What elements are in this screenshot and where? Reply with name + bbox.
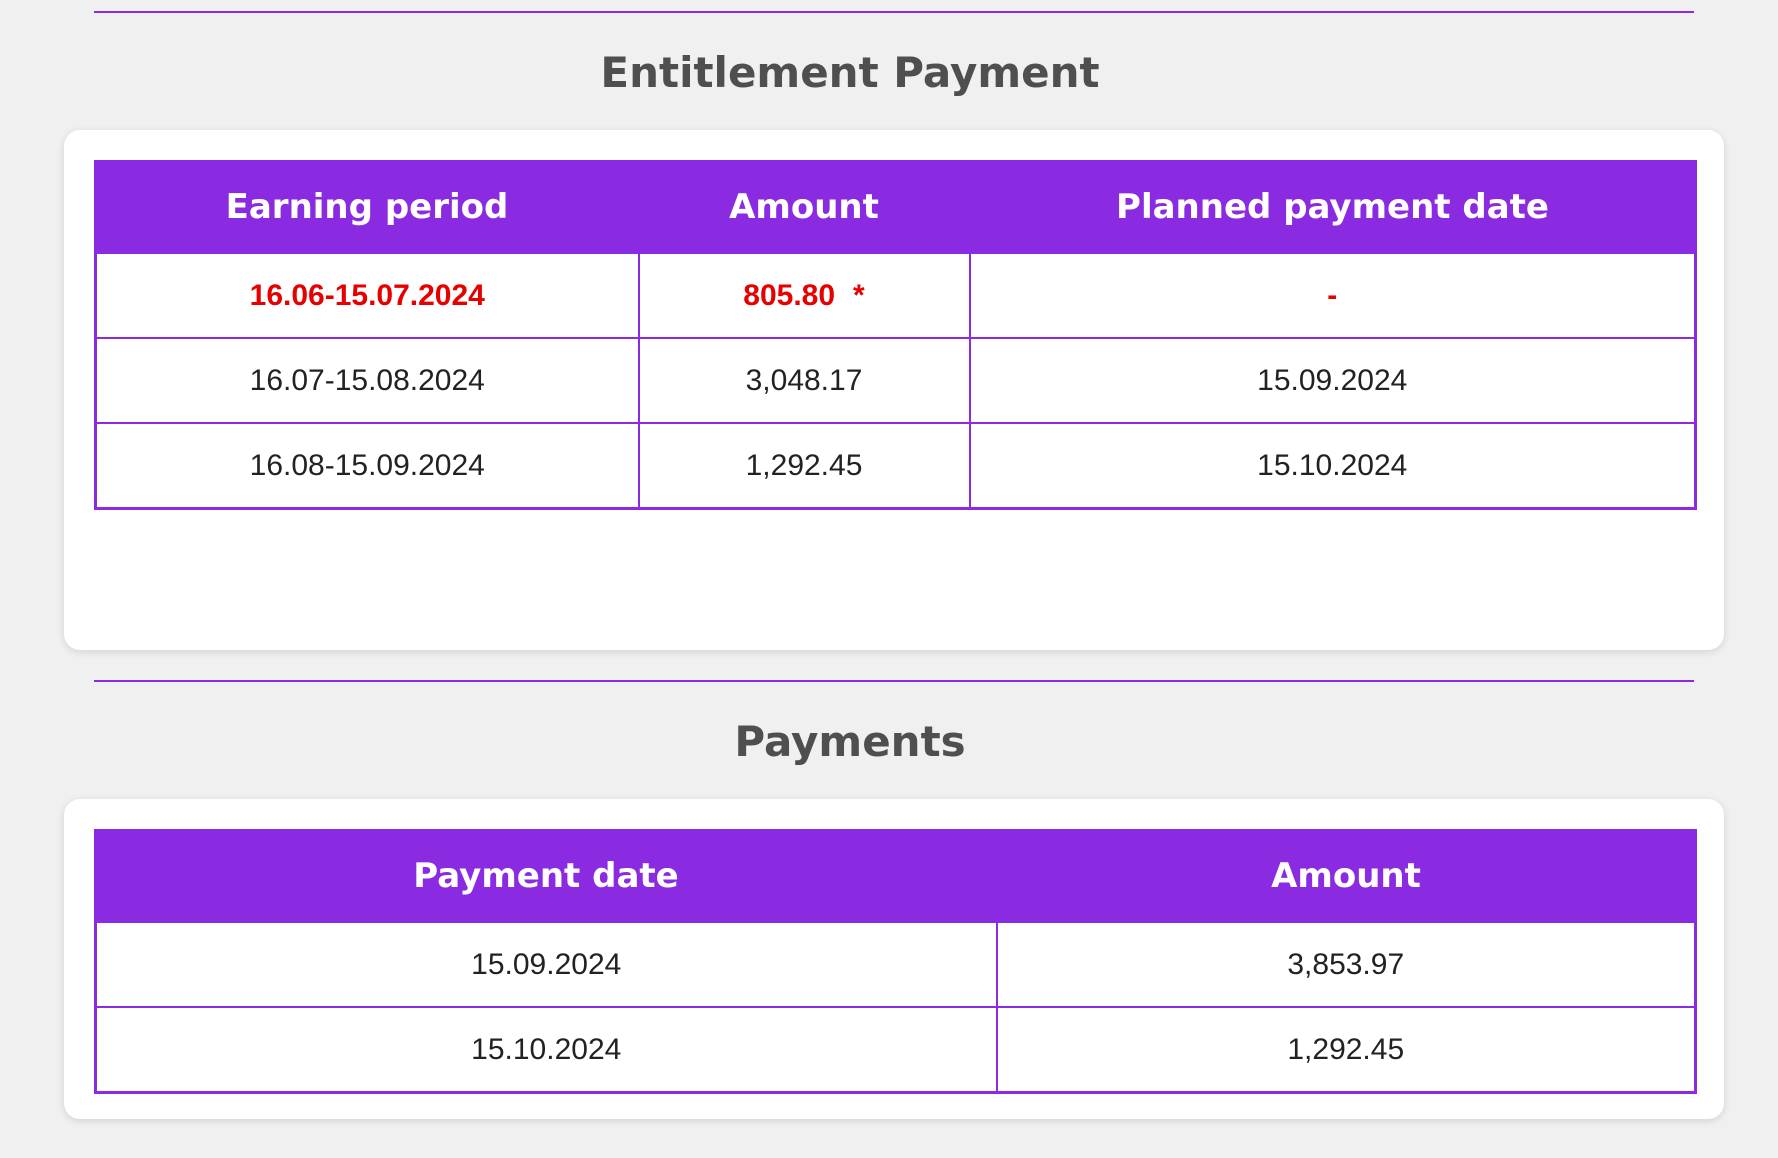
column-header-planned-payment-date: Planned payment date [968, 160, 1697, 254]
table-row: 15.10.2024 1,292.45 [94, 1006, 1697, 1094]
entitlement-table: Earning period Amount Planned payment da… [94, 160, 1697, 510]
amount-cell: 805.80 * [637, 251, 971, 339]
earning-period-cell: 16.06-15.07.2024 [94, 251, 640, 339]
table-row: 16.08-15.09.2024 1,292.45 15.10.2024 [94, 422, 1697, 510]
planned-date-cell: - [968, 251, 1697, 339]
amount-cell: 3,048.17 [637, 337, 971, 424]
middle-divider [94, 680, 1694, 682]
payments-header-row: Payment date Amount [94, 829, 1697, 923]
table-row: 16.06-15.07.2024 805.80 * - [94, 251, 1697, 339]
amount-cell: 3,853.97 [995, 920, 1697, 1008]
asterisk-marker: * [853, 278, 865, 312]
entitlement-card: Earning period Amount Planned payment da… [64, 130, 1724, 650]
entitlement-header-row: Earning period Amount Planned payment da… [94, 160, 1697, 254]
column-header-earning-period: Earning period [94, 160, 640, 254]
amount-value: 805.80 [743, 278, 836, 312]
payment-date-cell: 15.10.2024 [94, 1006, 998, 1094]
payments-title: Payments [734, 717, 966, 766]
amount-cell: 1,292.45 [637, 422, 971, 510]
payment-date-cell: 15.09.2024 [94, 920, 998, 1008]
planned-date-cell: 15.10.2024 [968, 422, 1697, 510]
amount-cell: 1,292.45 [995, 1006, 1697, 1094]
earning-period-cell: 16.07-15.08.2024 [94, 337, 640, 424]
table-row: 15.09.2024 3,853.97 [94, 920, 1697, 1008]
column-header-payment-date: Payment date [94, 829, 998, 923]
column-header-amount: Amount [995, 829, 1697, 923]
column-header-amount: Amount [637, 160, 971, 254]
payments-card: Payment date Amount 15.09.2024 3,853.97 … [64, 799, 1724, 1119]
table-row: 16.07-15.08.2024 3,048.17 15.09.2024 [94, 337, 1697, 424]
earning-period-cell: 16.08-15.09.2024 [94, 422, 640, 510]
payments-table: Payment date Amount 15.09.2024 3,853.97 … [94, 829, 1697, 1094]
top-divider [94, 11, 1694, 13]
entitlement-payment-title: Entitlement Payment [600, 48, 1100, 97]
planned-date-cell: 15.09.2024 [968, 337, 1697, 424]
